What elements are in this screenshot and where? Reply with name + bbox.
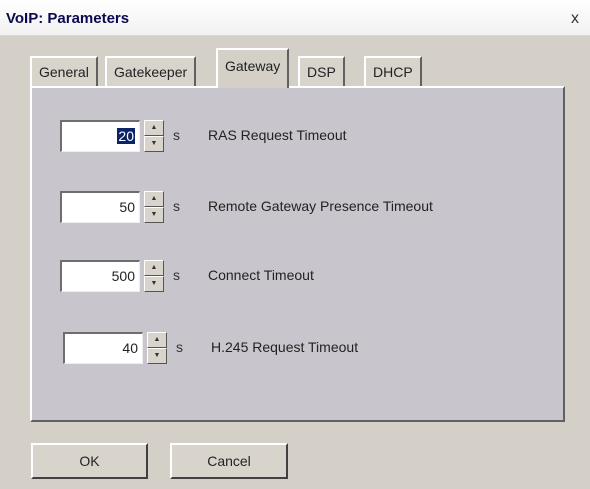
spin-down-icon[interactable]: ▼ [144,276,164,292]
remote-gateway-presence-timeout-label: Remote Gateway Presence Timeout [208,198,433,214]
unit-label: s [173,198,180,214]
ras-request-timeout-label: RAS Request Timeout [208,127,347,143]
spin-down-icon[interactable]: ▼ [144,136,164,152]
unit-label: s [173,267,180,283]
unit-label: s [176,339,183,355]
ras-request-timeout-input[interactable]: 20 [60,120,140,152]
selected-value: 20 [117,128,135,144]
tab-dsp[interactable]: DSP [298,56,345,86]
spin-up-icon[interactable]: ▲ [144,260,164,276]
window-title: VoIP: Parameters [6,10,130,27]
spin-down-icon[interactable]: ▼ [147,348,167,364]
parameters-dialog: VoIP: Parameters x General Gatekeeper Ga… [0,0,590,489]
tab-general[interactable]: General [30,56,98,86]
unit-label: s [173,127,180,143]
gateway-panel: 20 ▲ ▼ s RAS Request Timeout 50 ▲ ▼ s Re… [30,86,565,422]
h245-request-timeout-spinner: ▲ ▼ [147,332,167,364]
connect-timeout-input[interactable]: 500 [60,260,140,292]
close-icon[interactable]: x [566,10,584,28]
spin-up-icon[interactable]: ▲ [144,191,164,207]
spin-up-icon[interactable]: ▲ [144,120,164,136]
title-bar: VoIP: Parameters x [0,0,590,36]
ok-button[interactable]: OK [31,443,148,479]
cancel-button[interactable]: Cancel [170,443,288,479]
tab-dhcp[interactable]: DHCP [364,56,422,86]
connect-timeout-label: Connect Timeout [208,267,314,283]
tab-gateway[interactable]: Gateway [216,48,290,88]
h245-request-timeout-input[interactable]: 40 [63,332,143,364]
spin-up-icon[interactable]: ▲ [147,332,167,348]
ras-request-timeout-spinner: ▲ ▼ [144,120,164,152]
remote-gateway-presence-timeout-input[interactable]: 50 [60,191,140,223]
tab-gatekeeper[interactable]: Gatekeeper [105,56,197,86]
spin-down-icon[interactable]: ▼ [144,207,164,223]
remote-gateway-presence-timeout-spinner: ▲ ▼ [144,191,164,223]
connect-timeout-spinner: ▲ ▼ [144,260,164,292]
h245-request-timeout-label: H.245 Request Timeout [211,339,359,355]
